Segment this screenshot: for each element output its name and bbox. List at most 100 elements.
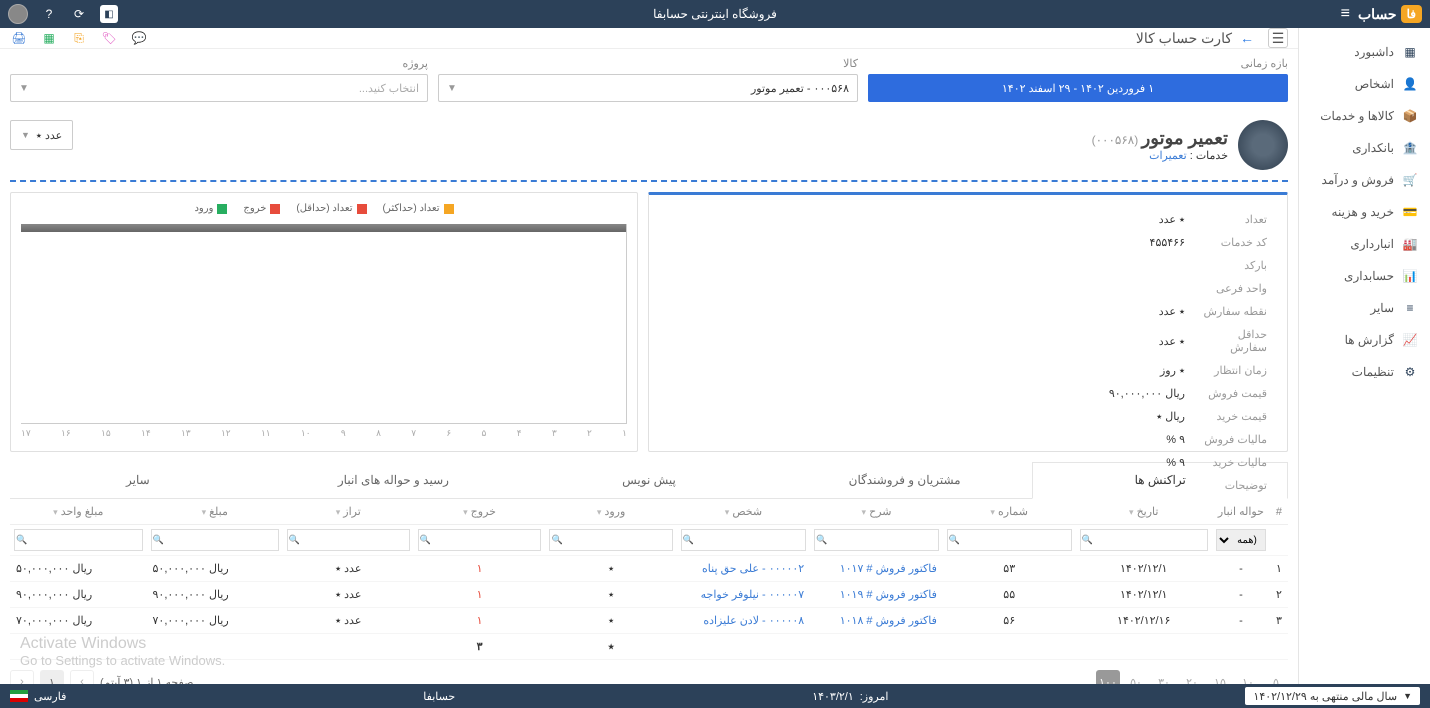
export-icon[interactable]: ⎘ bbox=[70, 29, 88, 47]
toggle-icon[interactable]: ◧ bbox=[100, 5, 118, 23]
side-panel-icon[interactable]: ☰ bbox=[1268, 28, 1288, 48]
topbar-right: فا حساب ≡ bbox=[1341, 5, 1422, 23]
hamburger-icon[interactable]: ≡ bbox=[1341, 5, 1350, 23]
flag-icon bbox=[10, 690, 28, 702]
dash-icon: ▦ bbox=[1402, 44, 1418, 60]
table-row[interactable]: ۳-۱۴۰۲/۱۲/۱۶۵۶فاکتور فروش # ۱۰۱۸۰۰۰۰۰۸ -… bbox=[10, 608, 1288, 634]
tab-other[interactable]: سایر bbox=[10, 462, 266, 498]
refresh-icon[interactable]: ⟳ bbox=[70, 5, 88, 23]
sidebar-item-box[interactable]: 📦کالاها و خدمات bbox=[1299, 100, 1430, 132]
col-header[interactable]: شخص ▾ bbox=[677, 499, 811, 525]
page-size-۱۵[interactable]: ۱۵ bbox=[1208, 670, 1232, 684]
table-wrap: #حواله انبارتاریخ ▾شماره ▾شرح ▾شخص ▾ورود… bbox=[10, 499, 1288, 660]
filter-input[interactable] bbox=[418, 529, 542, 551]
sidebar-item-dash[interactable]: ▦داشبورد bbox=[1299, 36, 1430, 68]
sidebar-item-set[interactable]: ⚙تنظیمات bbox=[1299, 356, 1430, 388]
info-label: بارکد bbox=[1193, 255, 1273, 276]
acc-icon: 📊 bbox=[1402, 268, 1418, 284]
person-link[interactable]: ۰۰۰۰۰۷ - نیلوفر خواجه bbox=[701, 589, 805, 601]
project-select[interactable]: انتخاب کنید... ▼ bbox=[10, 74, 428, 102]
col-header[interactable]: تراز ▾ bbox=[283, 499, 414, 525]
unit-select[interactable]: عدد ٭ ▼ bbox=[10, 120, 73, 150]
date-range-button[interactable]: ۱ فروردین ۱۴۰۲ - ۲۹ اسفند ۱۴۰۲ bbox=[868, 74, 1288, 102]
filter-input[interactable] bbox=[549, 529, 672, 551]
col-header[interactable]: مبلغ واحد ▾ bbox=[10, 499, 147, 525]
page-size-۲۰[interactable]: ۲۰ bbox=[1180, 670, 1204, 684]
person-link[interactable]: ۰۰۰۰۰۲ - علی حق پناه bbox=[702, 563, 804, 575]
prev-page-icon[interactable]: › bbox=[70, 670, 94, 684]
page-number[interactable]: ۱ bbox=[40, 670, 64, 684]
legend-item: تعداد (حداکثر) bbox=[383, 203, 454, 214]
col-header[interactable]: مبلغ ▾ bbox=[147, 499, 283, 525]
sidebar: ▦داشبورد👤اشخاص📦کالاها و خدمات🏦بانکداری🛒ف… bbox=[1298, 28, 1430, 684]
page-size-۱۰[interactable]: ۱۰ bbox=[1236, 670, 1260, 684]
sidebar-item-bank[interactable]: 🏦بانکداری bbox=[1299, 132, 1430, 164]
invoice-link[interactable]: فاکتور فروش # ۱۰۱۷ bbox=[840, 563, 937, 575]
sidebar-item-person[interactable]: 👤اشخاص bbox=[1299, 68, 1430, 100]
category-link[interactable]: تعمیرات bbox=[1149, 150, 1187, 162]
sidebar-item-rep[interactable]: 📈گزارش ها bbox=[1299, 324, 1430, 356]
page-size-۵[interactable]: ۵ bbox=[1264, 670, 1288, 684]
rep-icon: 📈 bbox=[1402, 332, 1418, 348]
table-row[interactable]: ۱-۱۴۰۲/۱۲/۱۵۳فاکتور فروش # ۱۰۱۷۰۰۰۰۰۲ - … bbox=[10, 556, 1288, 582]
product-category: خدمات : تعمیرات bbox=[1092, 149, 1228, 162]
filter-input[interactable] bbox=[14, 529, 143, 551]
page-size-۱۰۰[interactable]: ۱۰۰ bbox=[1096, 670, 1120, 684]
invoice-link[interactable]: فاکتور فروش # ۱۰۱۹ bbox=[840, 589, 937, 601]
brand-text: حساب bbox=[1358, 6, 1397, 23]
info-label: کد خدمات bbox=[1193, 232, 1273, 253]
fiscal-year-select[interactable]: ▼ سال مالی منتهی به ۱۴۰۲/۱۲/۲۹ bbox=[1245, 687, 1420, 705]
col-header[interactable]: شرح ▾ bbox=[810, 499, 943, 525]
lang-select[interactable]: فارسی bbox=[10, 690, 66, 703]
sidebar-item-label: حسابداری bbox=[1344, 269, 1394, 283]
print-icon[interactable]: 🖨 bbox=[10, 29, 28, 47]
wh-icon: 🏭 bbox=[1402, 236, 1418, 252]
invoice-link[interactable]: فاکتور فروش # ۱۰۱۸ bbox=[840, 615, 937, 627]
footer-brand[interactable]: حسابفا bbox=[423, 690, 455, 703]
sidebar-item-sale[interactable]: 🛒فروش و درآمد bbox=[1299, 164, 1430, 196]
back-arrow-icon[interactable]: ← bbox=[1240, 30, 1254, 46]
sidebar-item-buy[interactable]: 💳خرید و هزینه bbox=[1299, 196, 1430, 228]
filter-input[interactable] bbox=[1080, 529, 1208, 551]
product-code: (۰۰۰۵۶۸) bbox=[1092, 133, 1139, 147]
page-size-۵۰[interactable]: ۵۰ bbox=[1124, 670, 1148, 684]
brand-logo[interactable]: فا حساب bbox=[1358, 5, 1422, 23]
avatar[interactable] bbox=[8, 4, 28, 24]
person-link[interactable]: ۰۰۰۰۰۸ - لادن علیزاده bbox=[703, 615, 804, 627]
col-header[interactable]: خروج ▾ bbox=[414, 499, 546, 525]
next-page-icon[interactable]: ‹ bbox=[10, 670, 34, 684]
col-header[interactable]: ورود ▾ bbox=[545, 499, 676, 525]
store-name: فروشگاه اینترنتی حسابفا bbox=[653, 7, 777, 21]
table-header-row: #حواله انبارتاریخ ▾شماره ▾شرح ▾شخص ▾ورود… bbox=[10, 499, 1288, 525]
wh-filter[interactable]: (همه) bbox=[1216, 529, 1266, 551]
chevron-down-icon: ▼ bbox=[19, 83, 29, 94]
main: ☰ ← کارت حساب کالا 💬 🏷 ⎘ ▦ 🖨 بازه زمانی … bbox=[0, 28, 1298, 684]
product-label: کالا bbox=[438, 57, 858, 70]
page-size-۳۰[interactable]: ۳۰ bbox=[1152, 670, 1176, 684]
col-header[interactable]: شماره ▾ bbox=[943, 499, 1076, 525]
info-label: مالیات خرید bbox=[1193, 452, 1273, 473]
filter-input[interactable] bbox=[151, 529, 279, 551]
col-header[interactable]: # bbox=[1270, 499, 1288, 525]
filter-input[interactable] bbox=[947, 529, 1072, 551]
excel-icon[interactable]: ▦ bbox=[40, 29, 58, 47]
chart-panel: تعداد (حداکثر)تعداد (حداقل)خروجورود ۱۲۳۴… bbox=[10, 192, 638, 452]
label-icon[interactable]: 🏷 bbox=[100, 29, 118, 47]
sidebar-item-acc[interactable]: 📊 حسابداری bbox=[1299, 260, 1430, 292]
help-icon[interactable]: ? bbox=[40, 5, 58, 23]
tab-wh[interactable]: رسید و حواله های انبار bbox=[266, 462, 522, 498]
sidebar-item-wh[interactable]: 🏭انبارداری bbox=[1299, 228, 1430, 260]
filter-input[interactable] bbox=[287, 529, 410, 551]
info-value: ریال ٭ bbox=[663, 406, 1191, 427]
filter-input[interactable] bbox=[814, 529, 939, 551]
chart-xaxis: ۱۲۳۴۵۶۷۸۹۱۰۱۱۱۲۱۳۱۴۱۵۱۶۱۷ bbox=[21, 424, 627, 444]
chart-area bbox=[21, 224, 627, 424]
transactions-table: #حواله انبارتاریخ ▾شماره ▾شرح ▾شخص ▾ورود… bbox=[10, 499, 1288, 660]
table-row[interactable]: ۲-۱۴۰۲/۱۲/۱۵۵فاکتور فروش # ۱۰۱۹۰۰۰۰۰۷ - … bbox=[10, 582, 1288, 608]
sidebar-item-oth[interactable]: ≡سایر bbox=[1299, 292, 1430, 324]
col-header[interactable]: حواله انبار bbox=[1212, 499, 1270, 525]
chat-icon[interactable]: 💬 bbox=[130, 29, 148, 47]
filter-input[interactable] bbox=[681, 529, 807, 551]
product-select[interactable]: ۰۰۰۵۶۸ - تعمیر موتور ▼ bbox=[438, 74, 858, 102]
col-header[interactable]: تاریخ ▾ bbox=[1076, 499, 1212, 525]
